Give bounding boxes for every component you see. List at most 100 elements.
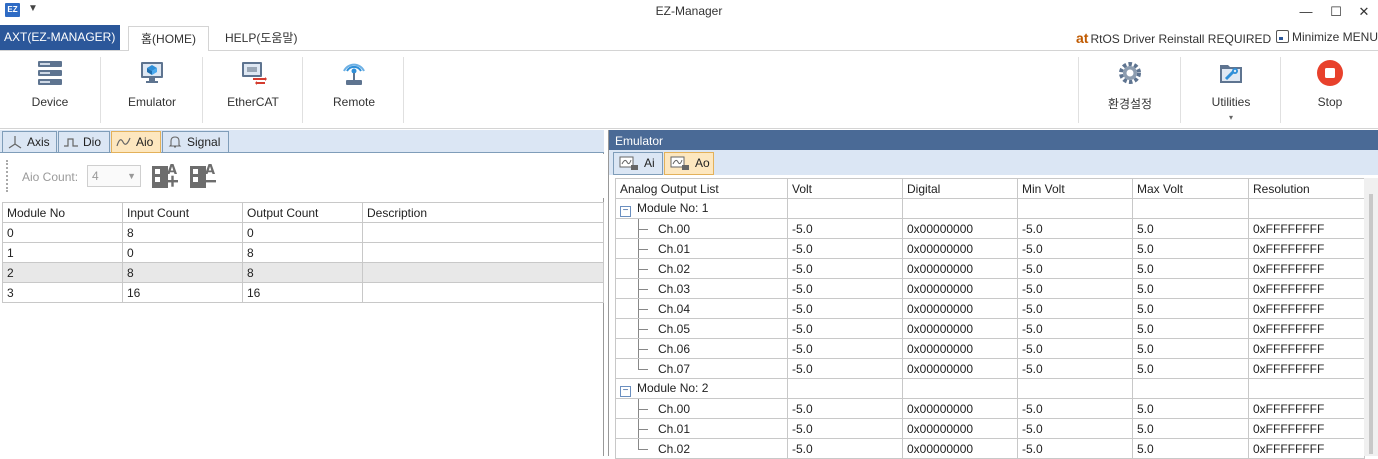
channel-name-cell[interactable]: Ch.05 [615,318,788,339]
table-cell[interactable]: 0x00000000 [902,318,1018,339]
table-cell[interactable]: -5.0 [1017,318,1133,339]
channel-name-cell[interactable]: Ch.00 [615,398,788,419]
utilities-dropdown-button[interactable]: Utilities ▾ [1182,51,1280,129]
table-cell[interactable]: 0xFFFFFFFF [1248,298,1365,319]
tab-home[interactable]: 홈(HOME) [128,26,210,52]
channel-name-cell[interactable]: Ch.01 [615,238,788,259]
table-cell[interactable]: 3 [2,282,123,303]
channel-row[interactable]: Ch.07 -5.0 0x00000000 -5.0 5.0 0xFFFFFFFF [615,358,1365,379]
table-cell[interactable]: 5.0 [1132,298,1249,319]
table-cell[interactable]: 0xFFFFFFFF [1248,358,1365,379]
collapse-icon[interactable]: − [620,385,631,397]
channel-name-cell[interactable]: Ch.04 [615,298,788,319]
table-cell[interactable]: 8 [242,262,363,283]
table-cell[interactable]: -5.0 [787,278,903,299]
table-cell[interactable]: 16 [122,282,243,303]
table-cell[interactable]: -5.0 [787,258,903,279]
table-cell[interactable]: 0xFFFFFFFF [1248,238,1365,259]
table-cell[interactable]: -5.0 [1017,218,1133,239]
channel-row[interactable]: Ch.01 -5.0 0x00000000 -5.0 5.0 0xFFFFFFFF [615,238,1365,259]
table-cell[interactable]: -5.0 [1017,258,1133,279]
table-cell[interactable]: 0x00000000 [902,218,1018,239]
table-cell[interactable]: 5.0 [1132,238,1249,259]
table-cell[interactable]: 0xFFFFFFFF [1248,418,1365,439]
table-cell[interactable]: 0x00000000 [902,258,1018,279]
table-cell[interactable]: 5.0 [1132,318,1249,339]
tab-ao[interactable]: Ao [664,152,714,175]
rtos-status[interactable]: at RtOS Driver Reinstall REQUIRED [1076,30,1271,46]
remove-module-icon[interactable]: A [188,160,218,192]
table-cell[interactable] [362,242,604,263]
table-cell[interactable]: 0xFFFFFFFF [1248,218,1365,239]
table-cell[interactable]: 0x00000000 [902,418,1018,439]
table-cell[interactable]: -5.0 [787,418,903,439]
table-cell[interactable]: 5.0 [1132,218,1249,239]
table-cell[interactable]: 5.0 [1132,338,1249,359]
add-module-icon[interactable]: A [150,160,180,192]
table-cell[interactable]: 0 [242,222,363,243]
table-cell[interactable]: 8 [242,242,363,263]
table-cell[interactable] [362,222,604,243]
table-cell[interactable]: 0x00000000 [902,358,1018,379]
module-group-row[interactable]: − Module No: 1 [615,198,1365,219]
column-header-volt[interactable]: Volt [787,178,903,199]
table-cell[interactable]: 0x00000000 [902,238,1018,259]
table-cell[interactable]: 0x00000000 [902,338,1018,359]
table-cell[interactable]: 1 [2,242,123,263]
tab-aio[interactable]: Aio [111,131,161,153]
table-cell[interactable]: -5.0 [787,218,903,239]
channel-row[interactable]: Ch.00 -5.0 0x00000000 -5.0 5.0 0xFFFFFFFF [615,398,1365,419]
window-maximize-button[interactable]: ☐ [1324,2,1348,22]
table-cell[interactable]: 0x00000000 [902,278,1018,299]
channel-row[interactable]: Ch.02 -5.0 0x00000000 -5.0 5.0 0xFFFFFFFF [615,258,1365,279]
table-cell[interactable]: -5.0 [787,238,903,259]
table-cell[interactable]: -5.0 [787,298,903,319]
tab-axis[interactable]: Axis [2,131,57,153]
channel-row[interactable]: Ch.01 -5.0 0x00000000 -5.0 5.0 0xFFFFFFFF [615,418,1365,439]
channel-name-cell[interactable]: Ch.07 [615,358,788,379]
table-row[interactable]: 288 [2,262,604,283]
table-row[interactable]: 108 [2,242,604,263]
channel-name-cell[interactable]: Ch.02 [615,258,788,279]
table-cell[interactable] [362,262,604,283]
column-header-max-volt[interactable]: Max Volt [1132,178,1249,199]
table-cell[interactable]: 5.0 [1132,278,1249,299]
module-group-row[interactable]: − Module No: 2 [615,378,1365,399]
table-cell[interactable]: -5.0 [1017,298,1133,319]
table-cell[interactable]: 0xFFFFFFFF [1248,398,1365,419]
channel-name-cell[interactable]: Ch.03 [615,278,788,299]
module-node[interactable]: − Module No: 1 [615,198,788,219]
toolbar-grip[interactable] [6,160,9,192]
channel-row[interactable]: Ch.00 -5.0 0x00000000 -5.0 5.0 0xFFFFFFFF [615,218,1365,239]
table-row[interactable]: 080 [2,222,604,243]
column-header-description[interactable]: Description [362,202,604,223]
channel-name-cell[interactable]: Ch.06 [615,338,788,359]
table-cell[interactable]: 5.0 [1132,398,1249,419]
table-row[interactable]: 3 16 16 [2,282,604,303]
table-cell[interactable]: 0xFFFFFFFF [1248,258,1365,279]
table-cell[interactable]: 8 [122,222,243,243]
table-cell[interactable]: 16 [242,282,363,303]
module-node[interactable]: − Module No: 2 [615,378,788,399]
table-cell[interactable]: -5.0 [1017,238,1133,259]
collapse-icon[interactable]: − [620,205,631,217]
table-cell[interactable]: 0 [122,242,243,263]
table-cell[interactable]: 5.0 [1132,418,1249,439]
table-cell[interactable]: 0xFFFFFFFF [1248,338,1365,359]
ethercat-button[interactable]: EtherCAT [204,51,302,129]
window-minimize-button[interactable]: — [1294,2,1318,22]
tab-help[interactable]: HELP(도움말) [213,26,309,52]
tab-ai[interactable]: Ai [613,152,663,175]
minimize-menu-toggle[interactable]: Minimize MENU [1276,30,1378,44]
column-header-input-count[interactable]: Input Count [122,202,243,223]
table-cell[interactable]: -5.0 [1017,398,1133,419]
tab-dio[interactable]: Dio [58,131,110,153]
window-close-button[interactable]: ✕ [1352,2,1376,22]
table-cell[interactable]: 0 [2,222,123,243]
remote-button[interactable]: Remote [304,51,404,129]
file-menu-tab[interactable]: AXT(EZ-MANAGER) [0,25,120,50]
column-header-digital[interactable]: Digital [902,178,1018,199]
table-cell[interactable]: -5.0 [787,338,903,359]
column-header-min-volt[interactable]: Min Volt [1017,178,1133,199]
table-cell[interactable]: 0xFFFFFFFF [1248,278,1365,299]
